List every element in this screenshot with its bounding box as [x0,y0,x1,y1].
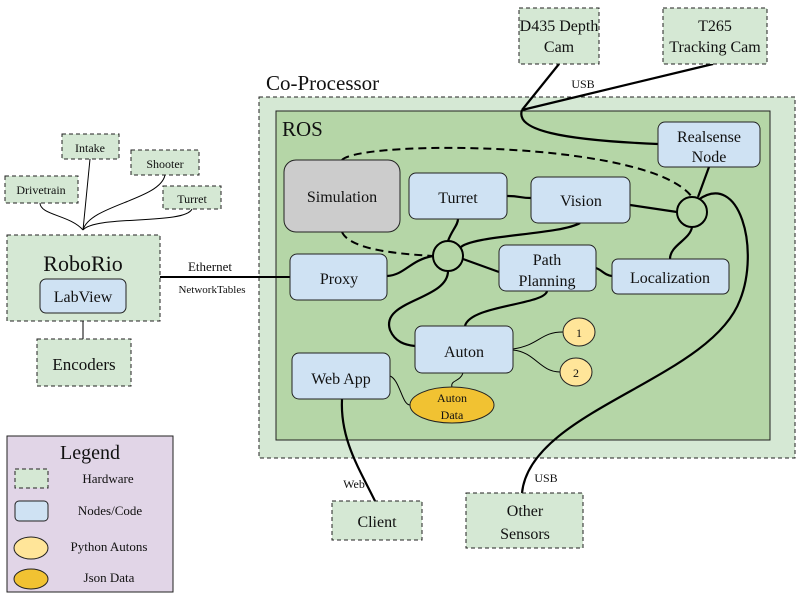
path-planning-label: Path [533,252,561,269]
d435-label: D435 Depth [520,18,599,35]
legend-title: Legend [60,442,120,464]
path-planning-label-2: Planning [519,273,576,290]
coprocessor-label: Co-Processor [266,71,379,95]
t265-label: T265 [698,18,732,35]
t265-label-2: Tracking Cam [669,39,761,56]
usb-top-label: USB [571,77,594,91]
usb-bottom-label: USB [534,471,557,485]
other-sensors-label-2: Sensors [500,526,550,543]
legend-node-swatch [14,500,49,522]
simulation-label: Simulation [307,189,377,206]
topic-hub-center [432,240,464,272]
auton-label: Auton [444,344,484,361]
legend-python-swatch [13,536,49,560]
legend-node-label: Nodes/Code [78,503,143,518]
proxy-label: Proxy [320,271,358,288]
legend: Legend Hardware Nodes/Code Python Autons… [6,435,174,593]
networktables-label: NetworkTables [178,284,245,296]
encoders-label: Encoders [52,355,115,374]
auton-data-label: Auton [437,391,467,405]
roborio-label: RoboRio [43,251,122,276]
topic-hub-right [676,196,708,228]
labview-label: LabView [54,289,113,306]
localization-label: Localization [630,270,710,287]
shooter-label: Shooter [146,157,183,171]
legend-python-label: Python Autons [71,539,148,554]
legend-json-swatch [13,568,49,590]
legend-hardware-swatch [14,468,49,489]
d435-label-2: Cam [544,39,575,56]
auton-data-label-2: Data [441,408,464,422]
other-sensors-label: Other [507,503,544,520]
legend-json-label: Json Data [84,570,135,585]
realsense-label: Realsense [677,129,741,146]
ros-label: ROS [282,117,323,141]
auton-2-label: 2 [573,366,579,380]
client-label: Client [357,514,397,531]
turret-label: Turret [438,190,478,207]
ethernet-label: Ethernet [188,259,232,274]
architecture-diagram: Co-Processor ROS D435 Depth Cam T265 Tra… [4,7,796,593]
realsense-label-2: Node [692,149,727,166]
legend-hardware-label: Hardware [82,471,133,486]
auton-1-label: 1 [576,326,582,340]
drivetrain-label: Drivetrain [16,183,65,197]
web-label: Web [343,477,365,491]
webapp-label: Web App [311,371,371,388]
turret-hw-label: Turret [177,192,207,206]
intake-label: Intake [75,141,105,155]
vision-label: Vision [560,193,602,210]
